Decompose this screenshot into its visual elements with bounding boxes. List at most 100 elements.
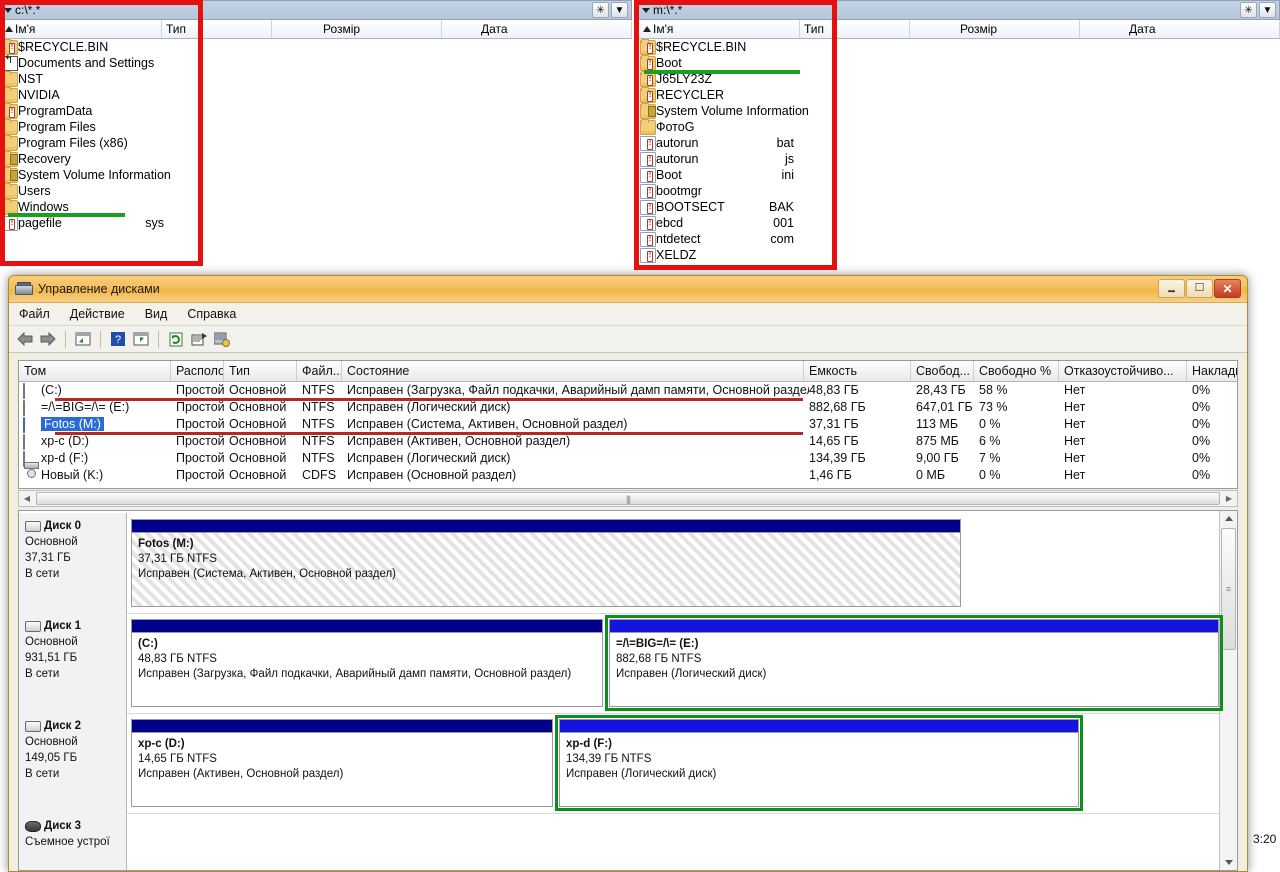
vt-col-4[interactable]: Состояние xyxy=(342,361,804,381)
rescan-disks-icon[interactable] xyxy=(212,329,232,349)
window-title-bar[interactable]: Управление дисками ━ ☐ ✕ xyxy=(9,276,1247,303)
horizontal-scrollbar[interactable]: ◀ ||| ▶ xyxy=(18,490,1238,507)
disk-row[interactable]: Диск 1 Основной 931,51 ГБ В сети (C:) 48,83 Г… xyxy=(19,613,1223,714)
show-console-tree-icon[interactable] xyxy=(131,329,151,349)
chevron-down-icon[interactable] xyxy=(4,7,12,13)
scroll-down-arrow-icon[interactable] xyxy=(1220,855,1237,870)
menu-item-0[interactable]: Файл xyxy=(19,307,50,321)
disk-label[interactable]: Диск 2 Основной 149,05 ГБ В сети xyxy=(19,713,127,813)
scroll-up-arrow-icon[interactable] xyxy=(1220,511,1237,526)
vt-col-7[interactable]: Свободно % xyxy=(974,361,1059,381)
column-date[interactable]: Дата xyxy=(1129,22,1156,36)
disk-management-window[interactable]: Управление дисками ━ ☐ ✕ Файл Действие Вид… xyxy=(8,275,1248,872)
list-item[interactable]: System Volume Information xyxy=(0,167,632,183)
star-button[interactable]: ✳ xyxy=(1240,2,1257,18)
list-item[interactable]: NVIDIA xyxy=(0,87,632,103)
maximize-button[interactable]: ☐ xyxy=(1186,279,1213,298)
left-column-header[interactable]: Ім'я Тип Розмір Дата xyxy=(0,20,632,39)
vt-col-9[interactable]: Накладнь xyxy=(1187,361,1237,381)
graphical-disk-view[interactable]: Диск 0 Основной 37,31 ГБ В сети Fotos (M:) 37… xyxy=(18,510,1238,871)
toolbar[interactable]: ? xyxy=(9,326,1247,353)
graphical-view-scrollbar[interactable]: ≡ xyxy=(1219,511,1237,870)
partition[interactable]: =/\=BIG=/\= (E:) 882,68 ГБ NTFS Исправен (… xyxy=(609,619,1219,707)
list-item[interactable]: ФотоG xyxy=(638,119,1280,135)
vt-col-3[interactable]: Файл... xyxy=(297,361,342,381)
up-one-level-icon[interactable] xyxy=(73,329,93,349)
disk-label[interactable]: Диск 0 Основной 37,31 ГБ В сети xyxy=(19,513,127,613)
table-row[interactable]: (C:) Простой Основной NTFS Исправен (Загрузк… xyxy=(19,382,1237,399)
star-button[interactable]: ✳ xyxy=(592,2,609,18)
column-date[interactable]: Дата xyxy=(481,22,508,36)
list-item[interactable]: Program Files xyxy=(0,119,632,135)
list-item[interactable]: RECYCLER xyxy=(638,87,1280,103)
partition[interactable]: Fotos (M:) 37,31 ГБ NTFS Исправен (Система… xyxy=(131,519,961,607)
list-item[interactable]: bootmgr xyxy=(638,183,1280,199)
table-row[interactable]: Новый (K:) Простой Основной CDFS Исправен (О… xyxy=(19,467,1237,484)
close-button[interactable]: ✕ xyxy=(1214,279,1241,298)
table-row[interactable]: xp-c (D:) Простой Основной NTFS Исправен (Ак… xyxy=(19,433,1237,450)
hscroll-thumb[interactable]: ||| xyxy=(36,492,1220,505)
list-item[interactable]: Boot ini xyxy=(638,167,1280,183)
list-item[interactable]: System Volume Information xyxy=(638,103,1280,119)
right-column-header[interactable]: Ім'я Тип Розмір Дата xyxy=(638,20,1280,39)
left-file-list[interactable]: $RECYCLE.BIN Documents and Settings NST NVI… xyxy=(0,39,632,264)
column-name[interactable]: Ім'я xyxy=(5,22,35,36)
list-item[interactable]: XELDZ xyxy=(638,247,1280,263)
disk-row[interactable]: Диск 2 Основной 149,05 ГБ В сети xp-c (D:) 14… xyxy=(19,713,1219,814)
vt-col-6[interactable]: Свобод... xyxy=(911,361,974,381)
list-item[interactable]: Program Files (x86) xyxy=(0,135,632,151)
help-icon[interactable]: ? xyxy=(108,329,128,349)
list-item[interactable]: NST xyxy=(0,71,632,87)
list-item[interactable]: ebcd 001 xyxy=(638,215,1280,231)
list-item[interactable]: Documents and Settings xyxy=(0,53,632,71)
volume-table-header[interactable]: ТомРасполо...ТипФайл...СостояниеЕмкостьС… xyxy=(19,361,1237,382)
column-size[interactable]: Розмір xyxy=(960,22,997,36)
disk-row[interactable]: Диск 0 Основной 37,31 ГБ В сети Fotos (M:) 37… xyxy=(19,513,1219,614)
list-item[interactable]: ntdetect com xyxy=(638,231,1280,247)
column-size[interactable]: Розмір xyxy=(323,22,360,36)
partition[interactable]: (C:) 48,83 ГБ NTFS Исправен (Загрузка, Фай… xyxy=(131,619,603,707)
menu-item-3[interactable]: Справка xyxy=(187,307,236,321)
vscroll-thumb[interactable]: ≡ xyxy=(1221,528,1236,650)
menu-item-2[interactable]: Вид xyxy=(145,307,168,321)
partition[interactable]: xp-d (F:) 134,39 ГБ NTFS Исправен (Логичес… xyxy=(559,719,1079,807)
vt-col-2[interactable]: Тип xyxy=(224,361,297,381)
list-item[interactable]: ProgramData xyxy=(0,103,632,119)
window-controls[interactable]: ━ ☐ ✕ xyxy=(1158,279,1241,298)
partition[interactable]: xp-c (D:) 14,65 ГБ NTFS Исправен (Активен,… xyxy=(131,719,553,807)
list-item[interactable]: autorun js xyxy=(638,151,1280,167)
table-row[interactable]: Fotos (M:) Простой Основной NTFS Исправен (С… xyxy=(19,416,1237,433)
disk-row[interactable]: Диск 3 Съемное устрої xyxy=(19,813,1219,870)
forward-arrow-icon[interactable] xyxy=(38,329,58,349)
list-item[interactable]: $RECYCLE.BIN xyxy=(638,39,1280,55)
refresh-icon[interactable] xyxy=(166,329,186,349)
menu-item-1[interactable]: Действие xyxy=(70,307,125,321)
dropdown-button[interactable]: ▼ xyxy=(1259,2,1276,18)
list-item[interactable]: Recovery xyxy=(0,151,632,167)
right-path-bar[interactable]: m:\*.* ✳ ▼ xyxy=(638,0,1280,20)
menu-bar[interactable]: Файл Действие Вид Справка xyxy=(9,303,1247,326)
disk-label[interactable]: Диск 3 Съемное устрої xyxy=(19,813,127,870)
disk-label[interactable]: Диск 1 Основной 931,51 ГБ В сети xyxy=(19,613,127,713)
list-item[interactable]: autorun bat xyxy=(638,135,1280,151)
column-name[interactable]: Ім'я xyxy=(643,22,673,36)
table-row[interactable]: =/\=BIG=/\= (E:) Простой Основной NTFS Испра… xyxy=(19,399,1237,416)
chevron-down-icon[interactable] xyxy=(642,7,650,13)
dropdown-button[interactable]: ▼ xyxy=(611,2,628,18)
list-item[interactable]: Boot xyxy=(638,55,1280,71)
scroll-left-arrow-icon[interactable]: ◀ xyxy=(19,491,35,506)
list-item[interactable]: $RECYCLE.BIN xyxy=(0,39,632,55)
vt-col-0[interactable]: Том xyxy=(19,361,171,381)
vt-col-8[interactable]: Отказоустойчиво... xyxy=(1059,361,1187,381)
vt-col-5[interactable]: Емкость xyxy=(804,361,911,381)
back-arrow-icon[interactable] xyxy=(15,329,35,349)
volume-table[interactable]: ТомРасполо...ТипФайл...СостояниеЕмкостьС… xyxy=(18,360,1238,489)
table-row[interactable]: xp-d (F:) Простой Основной NTFS Исправен (Ло… xyxy=(19,450,1237,467)
left-path-bar[interactable]: c:\*.* ✳ ▼ xyxy=(0,0,632,20)
minimize-button[interactable]: ━ xyxy=(1158,279,1185,298)
scroll-right-arrow-icon[interactable]: ▶ xyxy=(1221,491,1237,506)
file-panel-left[interactable]: c:\*.* ✳ ▼ Ім'я Тип Розмір Дата $RECYCLE… xyxy=(0,0,632,264)
list-item[interactable]: pagefile sys xyxy=(0,215,632,231)
column-type[interactable]: Тип xyxy=(804,22,824,36)
file-panel-right[interactable]: m:\*.* ✳ ▼ Ім'я Тип Розмір Дата $RECYCLE… xyxy=(638,0,1280,271)
